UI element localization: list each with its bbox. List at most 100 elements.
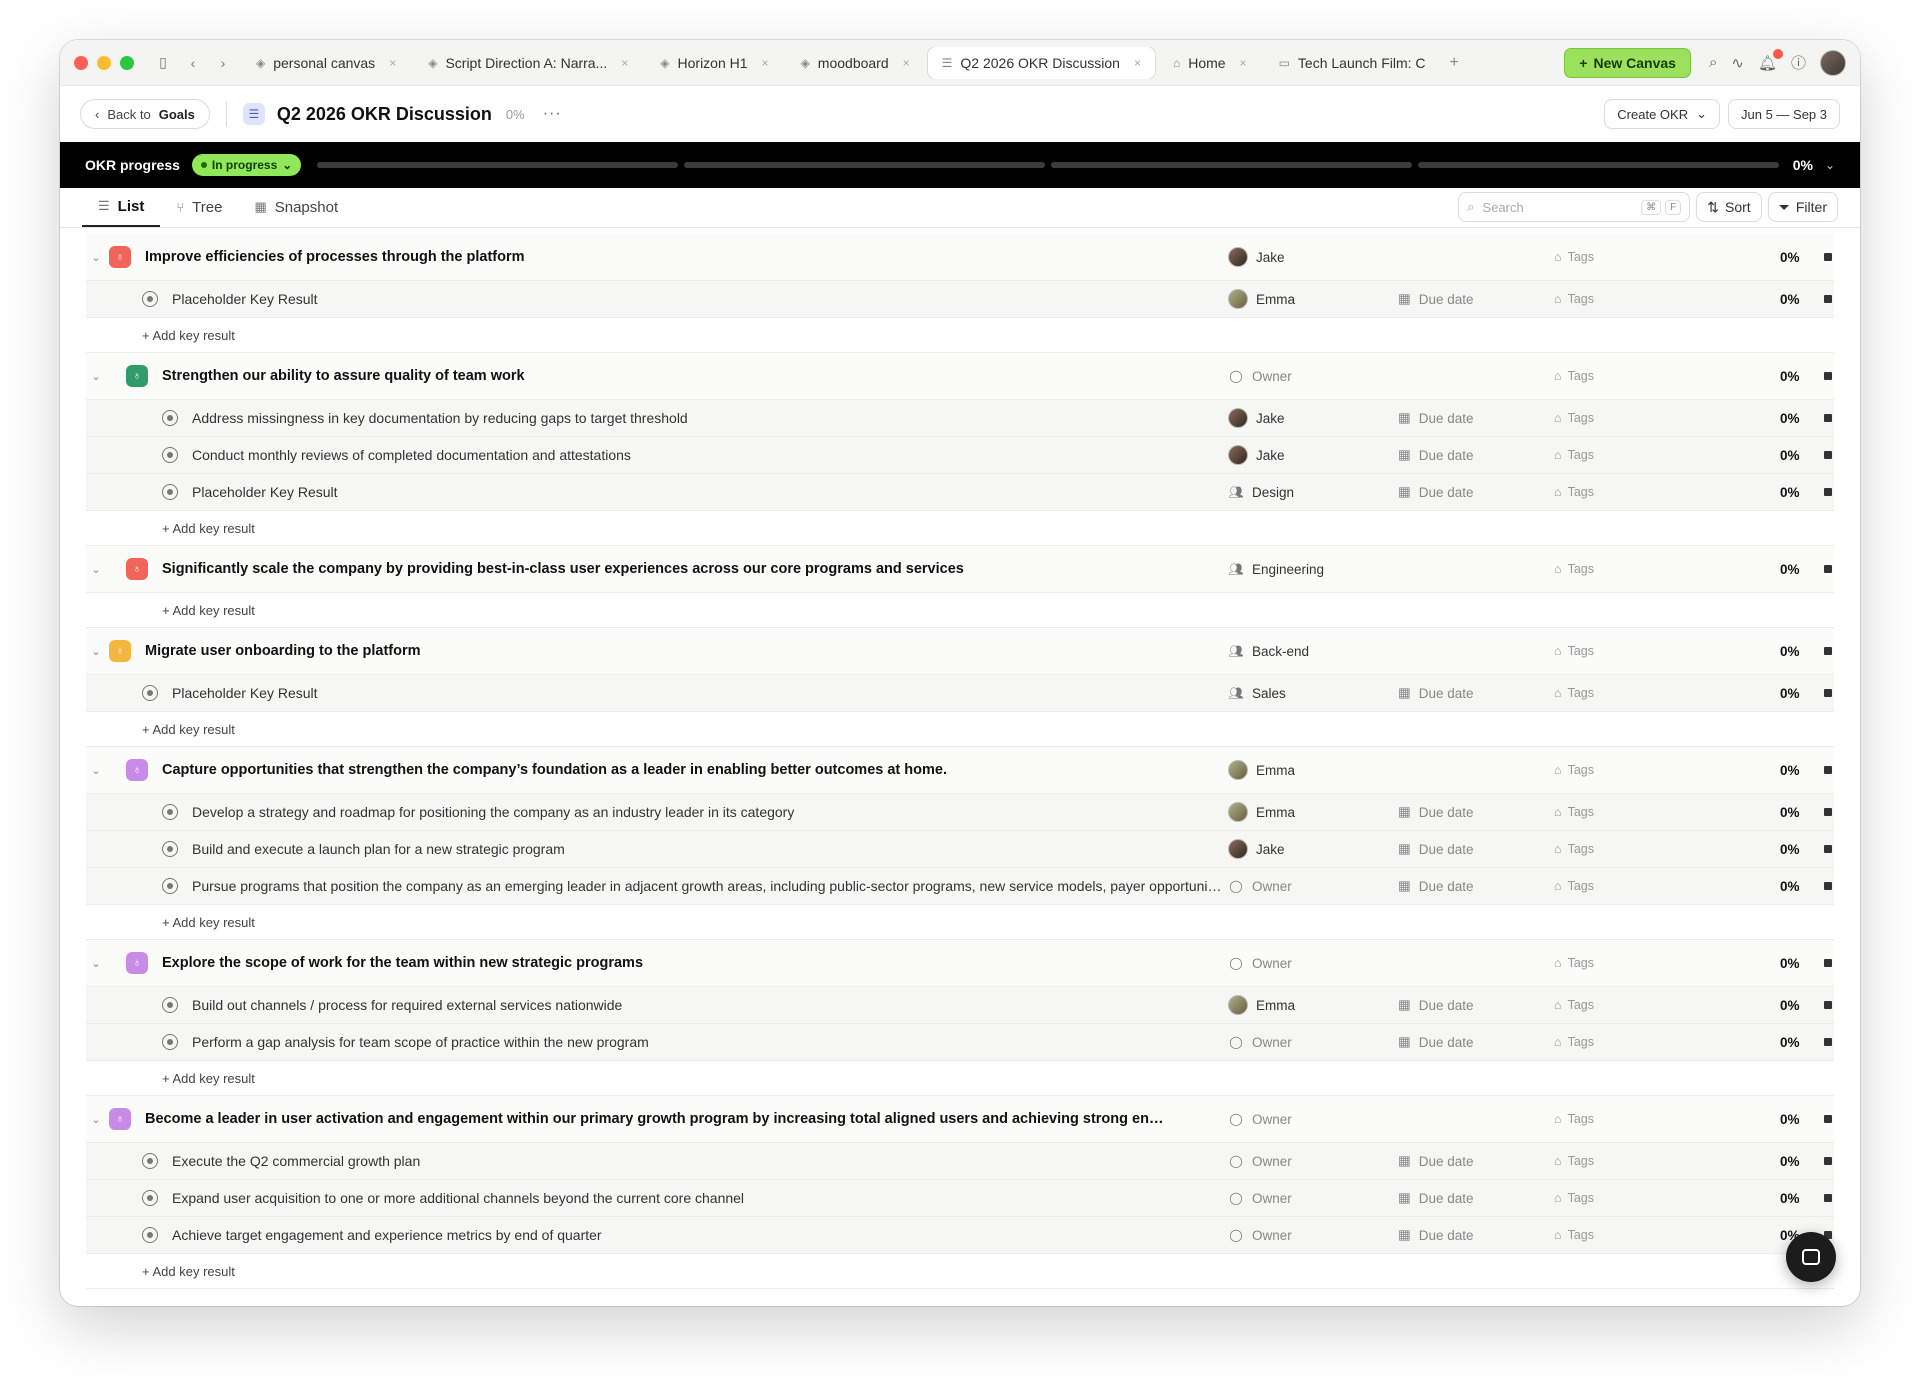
tags-cell[interactable]: ⌂ Tags [1554, 562, 1594, 576]
objective-row[interactable]: ⌄ ♁ Improve efficiencies of processes thro… [86, 234, 1834, 281]
status-square[interactable] [1824, 689, 1832, 697]
key-result-row[interactable]: Address missingness in key documentation… [86, 400, 1834, 437]
owner-cell[interactable]: Jake [1228, 839, 1285, 859]
status-square[interactable] [1824, 1038, 1832, 1046]
status-square[interactable] [1824, 451, 1832, 459]
due-date-cell[interactable]: ▦ Due date [1398, 1190, 1474, 1206]
tags-cell[interactable]: ⌂ Tags [1554, 956, 1594, 970]
owner-cell[interactable]: 👥︎ Design [1228, 484, 1294, 500]
tags-cell[interactable]: ⌂ Tags [1554, 686, 1594, 700]
due-date-cell[interactable]: ▦ Due date [1398, 878, 1474, 894]
chevron-down-icon[interactable]: ⌄ [86, 764, 106, 777]
chevron-down-icon[interactable]: ⌄ [86, 563, 106, 576]
add-key-result-button[interactable]: + Add key result [86, 511, 1834, 546]
chat-support-button[interactable] [1786, 1232, 1836, 1282]
due-date-cell[interactable]: ▦ Due date [1398, 804, 1474, 820]
owner-cell[interactable]: 👥︎ Sales [1228, 685, 1285, 701]
owner-cell[interactable]: 👥︎ Engineering [1228, 561, 1324, 577]
close-icon[interactable]: × [1240, 56, 1247, 70]
bell-icon[interactable]: 🔔︎ [1758, 48, 1783, 72]
status-square[interactable] [1824, 488, 1832, 496]
key-result-row[interactable]: Develop a strategy and roadmap for posit… [86, 794, 1834, 831]
close-window-button[interactable] [74, 55, 88, 70]
objective-row[interactable]: ⌄ ♁ Significantly scale the company by pro… [86, 546, 1834, 593]
tags-cell[interactable]: ⌂ Tags [1554, 763, 1594, 777]
key-result-row[interactable]: Conduct monthly reviews of completed doc… [86, 437, 1834, 474]
tags-cell[interactable]: ⌂ Tags [1554, 1112, 1594, 1126]
status-square[interactable] [1824, 845, 1832, 853]
status-square[interactable] [1824, 1157, 1832, 1165]
tags-cell[interactable]: ⌂ Tags [1554, 292, 1594, 306]
key-result-row[interactable]: Expand user acquisition to one or more a… [86, 1180, 1834, 1217]
user-avatar[interactable] [1820, 49, 1846, 76]
key-result-row[interactable]: Build and execute a launch plan for a ne… [86, 831, 1834, 868]
owner-cell[interactable]: Jake [1228, 445, 1285, 465]
minimize-window-button[interactable] [97, 55, 111, 70]
objective-row[interactable]: ⌄ ♁ Explore the scope of work for the team… [86, 940, 1834, 987]
objective-row[interactable]: ⌄ ♁ Migrate user onboarding to the platfor… [86, 628, 1834, 675]
due-date-cell[interactable]: ▦ Due date [1398, 291, 1474, 307]
tags-cell[interactable]: ⌂ Tags [1554, 998, 1594, 1012]
nav-back-icon[interactable]: ‹ [182, 52, 204, 74]
key-result-row[interactable]: Execute the Q2 commercial growth plan ◯ Ow… [86, 1143, 1834, 1180]
tags-cell[interactable]: ⌂ Tags [1554, 879, 1594, 893]
maximize-window-button[interactable] [120, 55, 134, 70]
browser-tab[interactable]: ◈ moodboard × [787, 47, 924, 79]
tags-cell[interactable]: ⌂ Tags [1554, 1154, 1594, 1168]
owner-cell[interactable]: ◯ Owner [1228, 368, 1291, 384]
owner-cell[interactable]: Emma [1228, 995, 1295, 1015]
owner-cell[interactable]: Jake [1228, 408, 1285, 428]
close-icon[interactable]: × [762, 56, 769, 70]
tab-snapshot[interactable]: ▦ Snapshot [238, 187, 354, 227]
filter-button[interactable]: ⏷ Filter [1767, 192, 1838, 222]
status-square[interactable] [1824, 1001, 1832, 1009]
tags-cell[interactable]: ⌂ Tags [1554, 644, 1594, 658]
due-date-cell[interactable]: ▦ Due date [1398, 1227, 1474, 1243]
tab-tree[interactable]: ⑂ Tree [160, 187, 238, 227]
add-key-result-button[interactable]: + Add key result [86, 318, 1834, 353]
help-icon[interactable]: ⓘ [1791, 52, 1806, 73]
objective-row[interactable]: ⌄ ♁ Become a leader in user activation and… [86, 1096, 1834, 1143]
create-okr-button[interactable]: Create OKR ⌄ [1604, 99, 1720, 129]
close-icon[interactable]: × [389, 56, 396, 70]
owner-cell[interactable]: Emma [1228, 802, 1295, 822]
add-key-result-button[interactable]: + Add key result [86, 712, 1834, 747]
due-date-cell[interactable]: ▦ Due date [1398, 447, 1474, 463]
chevron-down-icon[interactable]: ⌄ [86, 370, 106, 383]
owner-cell[interactable]: Emma [1228, 760, 1295, 780]
owner-cell[interactable]: ◯ Owner [1228, 1034, 1291, 1050]
search-icon[interactable]: ⌕ [1709, 54, 1717, 71]
owner-cell[interactable]: ◯ Owner [1228, 1153, 1291, 1169]
search-input[interactable]: ⌕ Search ⌘ F [1458, 192, 1691, 222]
browser-tab[interactable]: ◈ Horizon H1 × [646, 47, 782, 79]
due-date-cell[interactable]: ▦ Due date [1398, 410, 1474, 426]
tags-cell[interactable]: ⌂ Tags [1554, 411, 1594, 425]
objective-row[interactable]: ⌄ ♁ Capture opportunities that strengthen … [86, 747, 1834, 794]
due-date-cell[interactable]: ▦ Due date [1398, 1153, 1474, 1169]
key-result-row[interactable]: Placeholder Key Result 👥︎ Sales ▦ Due date ⌂ T… [86, 675, 1834, 712]
tab-list[interactable]: ☰ List [82, 187, 161, 227]
close-icon[interactable]: × [1134, 56, 1141, 70]
key-result-row[interactable]: Perform a gap analysis for team scope of… [86, 1024, 1834, 1061]
new-canvas-button[interactable]: + New Canvas [1564, 47, 1691, 78]
status-square[interactable] [1824, 1115, 1832, 1123]
owner-cell[interactable]: Jake [1228, 247, 1285, 267]
browser-tab[interactable]: ◈ Script Direction A: Narra... × [414, 47, 642, 79]
add-tab-icon[interactable]: + [1450, 54, 1459, 72]
date-range-button[interactable]: Jun 5 — Sep 3 [1728, 99, 1840, 129]
owner-cell[interactable]: Emma [1228, 289, 1295, 309]
tags-cell[interactable]: ⌂ Tags [1554, 1228, 1594, 1242]
nav-forward-icon[interactable]: › [212, 52, 234, 74]
status-square[interactable] [1824, 253, 1832, 261]
browser-tab[interactable]: ◈ personal canvas × [242, 47, 410, 79]
tags-cell[interactable]: ⌂ Tags [1554, 1191, 1594, 1205]
sidebar-toggle-icon[interactable]: ▯ [152, 52, 174, 74]
owner-cell[interactable]: ◯ Owner [1228, 1190, 1291, 1206]
owner-cell[interactable]: ◯ Owner [1228, 878, 1291, 894]
owner-cell[interactable]: ◯ Owner [1228, 955, 1291, 971]
tags-cell[interactable]: ⌂ Tags [1554, 369, 1594, 383]
add-key-result-button[interactable]: + Add key result [86, 905, 1834, 940]
due-date-cell[interactable]: ▦ Due date [1398, 841, 1474, 857]
owner-cell[interactable]: 👥︎ Back-end [1228, 643, 1309, 659]
tags-cell[interactable]: ⌂ Tags [1554, 485, 1594, 499]
